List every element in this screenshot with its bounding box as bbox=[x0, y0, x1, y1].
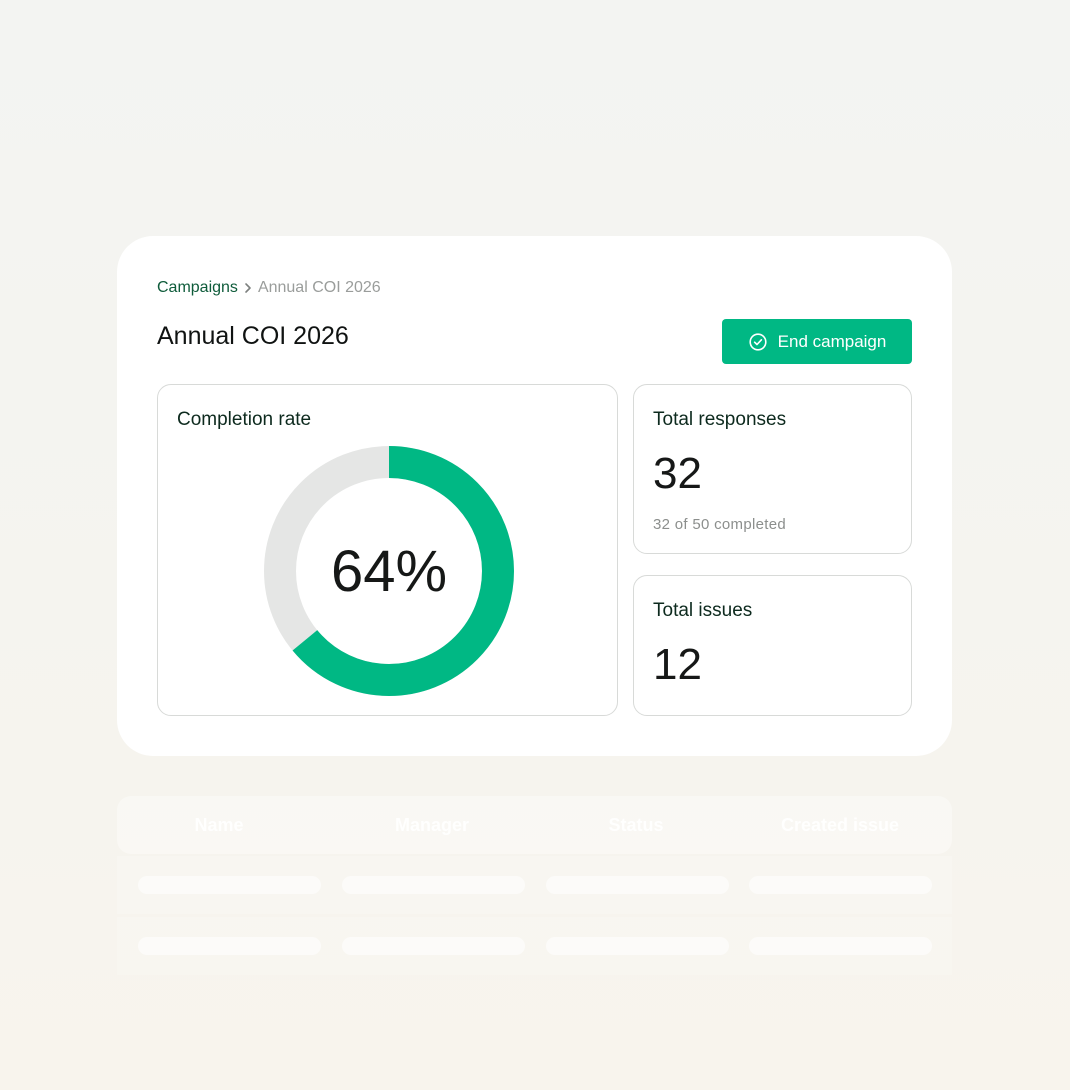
completion-rate-panel: Completion rate 64% bbox=[157, 384, 618, 716]
faded-results-table: Name Manager Status Created issue bbox=[117, 796, 952, 976]
page-title: Annual COI 2026 bbox=[157, 322, 349, 350]
placeholder-bar bbox=[749, 876, 932, 894]
campaign-summary-card: Campaigns Annual COI 2026 Annual COI 202… bbox=[117, 236, 952, 756]
table-row bbox=[117, 856, 952, 914]
placeholder-bar bbox=[138, 937, 321, 955]
placeholder-bar bbox=[749, 937, 932, 955]
placeholder-bar bbox=[342, 937, 525, 955]
end-campaign-label: End campaign bbox=[777, 331, 887, 351]
total-issues-panel: Total issues 12 bbox=[633, 575, 912, 716]
check-circle-icon bbox=[748, 332, 768, 352]
completion-rate-label: Completion rate bbox=[177, 409, 312, 430]
column-created-issue: Created issue bbox=[780, 815, 900, 835]
completion-percent: 64% bbox=[330, 538, 448, 604]
column-status: Status bbox=[608, 815, 664, 835]
total-responses-value: 32 bbox=[653, 449, 702, 498]
placeholder-bar bbox=[546, 876, 729, 894]
placeholder-bar bbox=[138, 876, 321, 894]
table-header: Name Manager Status Created issue bbox=[117, 796, 952, 854]
column-manager: Manager bbox=[394, 815, 470, 835]
total-responses-panel: Total responses 32 32 of 50 completed bbox=[633, 384, 912, 554]
total-issues-label: Total issues bbox=[653, 600, 753, 621]
end-campaign-button[interactable]: End campaign bbox=[722, 319, 912, 364]
breadcrumb-current: Annual COI 2026 bbox=[257, 279, 381, 296]
placeholder-bar bbox=[546, 937, 729, 955]
breadcrumb-campaigns-link[interactable]: Campaigns bbox=[157, 278, 238, 298]
column-name: Name bbox=[194, 815, 244, 835]
breadcrumb: Campaigns Annual COI 2026 bbox=[157, 278, 381, 298]
total-responses-label: Total responses bbox=[653, 409, 787, 430]
responses-completed-text: 32 of 50 completed bbox=[653, 516, 786, 533]
chevron-right-icon bbox=[238, 282, 258, 294]
placeholder-bar bbox=[342, 876, 525, 894]
table-row bbox=[117, 917, 952, 975]
total-issues-value: 12 bbox=[653, 640, 702, 689]
